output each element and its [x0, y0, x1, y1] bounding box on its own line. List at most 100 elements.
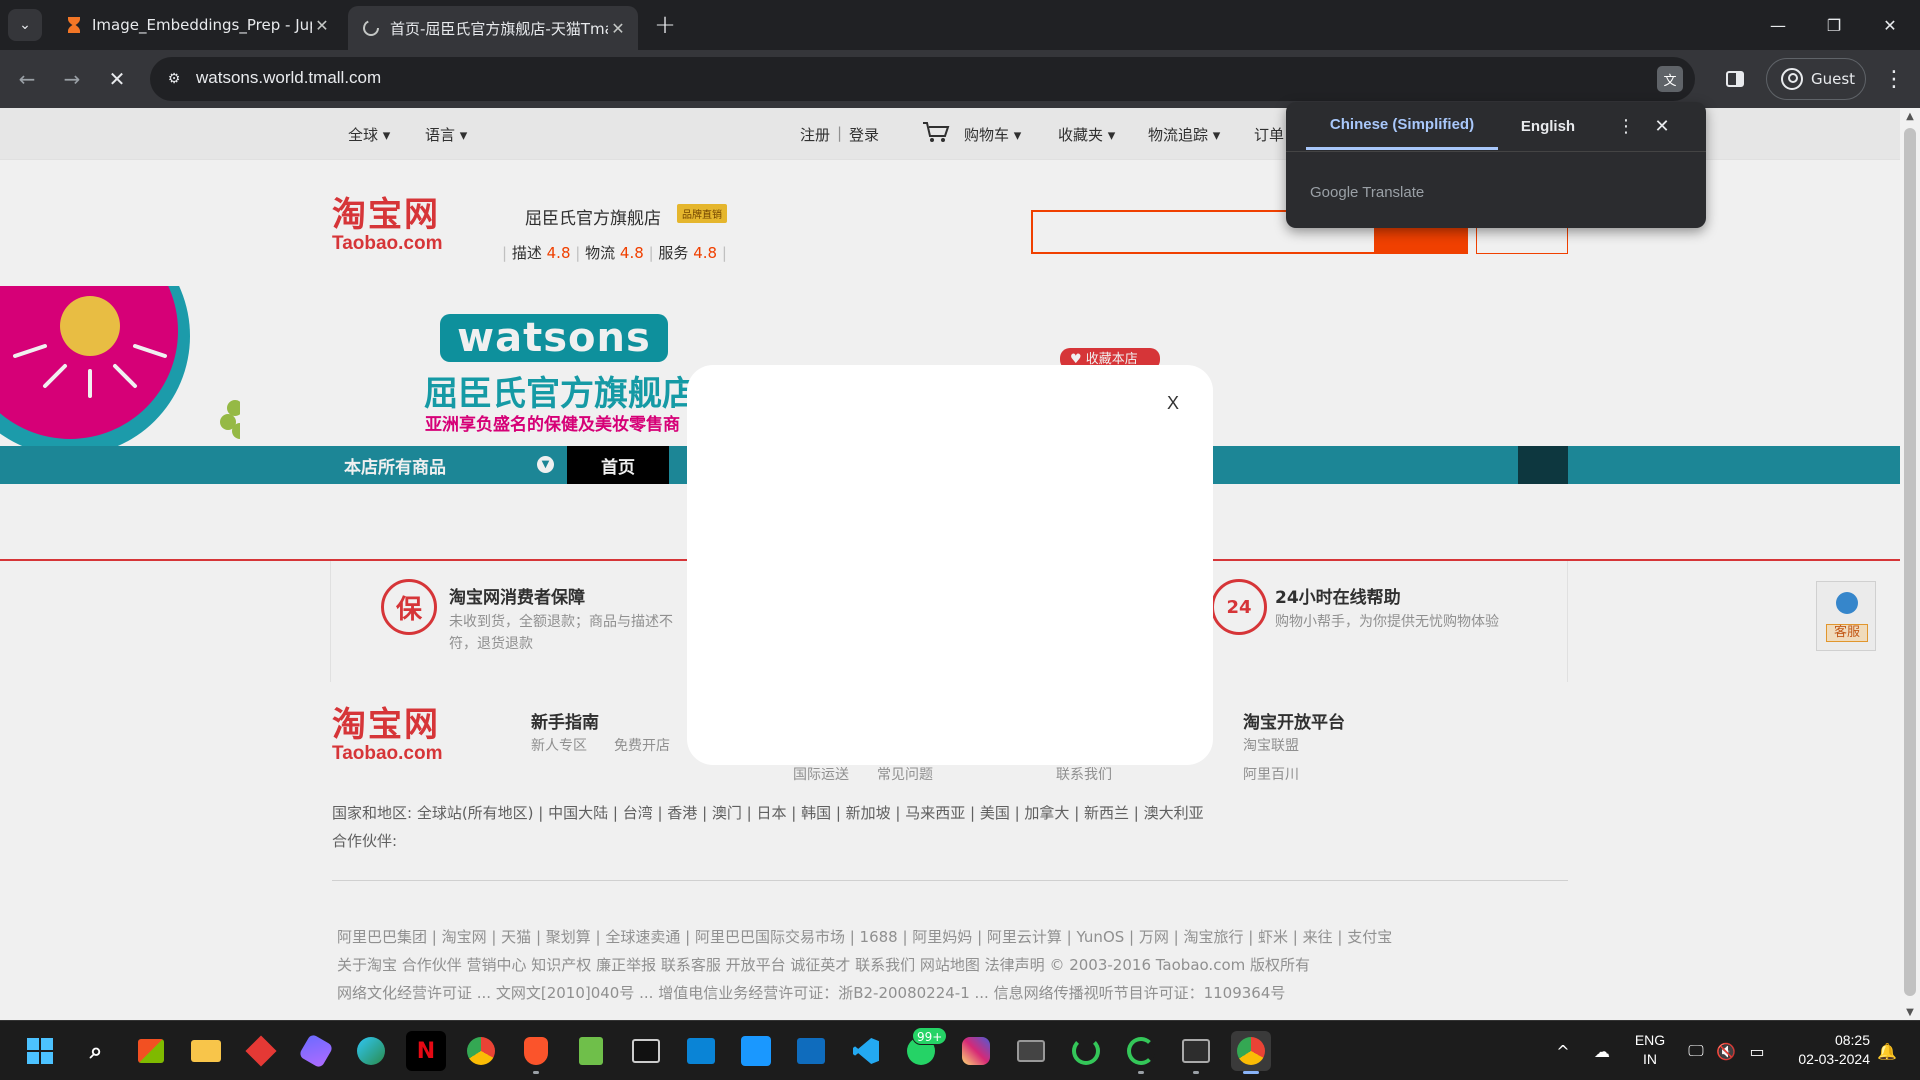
popup-dialog: X [687, 365, 1213, 765]
taskbar-file-explorer[interactable] [186, 1031, 226, 1071]
loading-spinner-icon [363, 20, 379, 36]
search-button[interactable]: ⌕ [76, 1031, 116, 1071]
plus-icon: + [654, 10, 676, 40]
taskbar-blue-app[interactable] [681, 1031, 721, 1071]
chrome-icon [1237, 1037, 1265, 1065]
translate-close-button[interactable]: ✕ [1650, 114, 1674, 138]
scroll-down-icon[interactable]: ▼ [1900, 1004, 1920, 1020]
close-icon: ✕ [1654, 115, 1670, 137]
microsoft-store-icon [138, 1039, 164, 1063]
minimize-icon: — [1770, 15, 1786, 35]
restore-button[interactable]: ❐ [1806, 0, 1862, 50]
battery-button[interactable]: ▭ [1742, 1021, 1772, 1080]
close-icon: ✕ [1883, 15, 1897, 35]
search-icon: ⌕ [89, 1038, 103, 1064]
taskbar-chrome[interactable] [461, 1031, 501, 1071]
running-indicator [1138, 1071, 1144, 1074]
taskbar-copilot[interactable] [296, 1031, 336, 1071]
side-panel-button[interactable] [1722, 66, 1748, 92]
taskbar-store[interactable] [131, 1031, 171, 1071]
network-button[interactable]: 🖵 [1682, 1021, 1710, 1080]
translate-page-button[interactable]: 文 [1657, 66, 1683, 92]
onedrive-button[interactable]: ☁ [1585, 1021, 1619, 1080]
taskbar-app-window[interactable] [1011, 1031, 1051, 1071]
brave-icon [524, 1037, 548, 1065]
windows-taskbar: ⌕ N 99+ ^ ☁ ENG IN 🖵 🔇 ▭ 08:25 02-03-202… [0, 1020, 1920, 1080]
side-panel-icon [1726, 71, 1744, 87]
notifications-button[interactable]: 🔔 [1872, 1021, 1902, 1080]
profile-button[interactable]: Guest [1766, 58, 1866, 100]
target-language-tab[interactable]: English [1498, 102, 1598, 150]
hourglass-icon [68, 17, 80, 33]
web-page: 全球 ▾ 语言 ▾ 注册 | 登录 购物车 ▾ 收藏夹 ▾ 物流追踪 ▾ 订单 … [0, 108, 1900, 1020]
stop-loading-button[interactable]: ✕ [100, 62, 134, 96]
show-hidden-icons-button[interactable]: ^ [1548, 1021, 1578, 1080]
browser-toolbar: ← → ✕ ⚙ watsons.world.tmall.com 文 Guest … [0, 50, 1920, 108]
address-bar[interactable]: ⚙ watsons.world.tmall.com 文 [150, 57, 1695, 101]
instagram-icon [962, 1037, 990, 1065]
site-info-button[interactable]: ⚙ [160, 65, 188, 93]
volume-button[interactable]: 🔇 [1712, 1021, 1740, 1080]
tab-search-button[interactable]: ⌄ [8, 9, 42, 41]
battery-charging-icon: ▭ [1749, 1041, 1765, 1061]
close-icon[interactable]: ✕ [312, 15, 332, 35]
taskbar-edge[interactable] [351, 1031, 391, 1071]
taskbar-chrome-active[interactable] [1231, 1031, 1271, 1074]
taskbar-terminal[interactable] [1176, 1031, 1216, 1071]
cloud-icon: ☁ [1594, 1041, 1610, 1061]
scrollbar-thumb[interactable] [1904, 128, 1916, 996]
source-language-tab[interactable]: Chinese (Simplified) [1306, 102, 1498, 150]
terminal-icon [1182, 1039, 1210, 1063]
tab-jupyter[interactable]: Image_Embeddings_Prep - Jupyter ✕ [52, 6, 342, 44]
browser-menu-button[interactable]: ⋮ [1880, 64, 1908, 94]
vscode-icon [853, 1038, 879, 1064]
taskbar-brave[interactable] [516, 1031, 556, 1071]
taskbar-spinner-app-1[interactable] [1066, 1031, 1106, 1071]
modal-close-button[interactable]: X [1161, 391, 1185, 415]
new-tab-button[interactable]: + [650, 10, 680, 40]
translate-popup: Chinese (Simplified) English ⋮ ✕ Google … [1286, 102, 1706, 228]
taskbar-instagram[interactable] [956, 1031, 996, 1071]
chrome-icon [467, 1037, 495, 1065]
account-circle-icon [1781, 68, 1803, 90]
chevron-down-icon: ⌄ [19, 17, 31, 33]
scroll-up-icon[interactable]: ▲ [1900, 108, 1920, 124]
running-indicator [533, 1071, 539, 1074]
taskbar-prime-video[interactable] [736, 1031, 776, 1071]
window-close-button[interactable]: ✕ [1862, 0, 1918, 50]
more-vert-icon: ⋮ [1617, 115, 1635, 137]
back-button[interactable]: ← [10, 62, 44, 96]
diamond-app-icon [245, 1035, 277, 1067]
start-button[interactable] [20, 1031, 60, 1071]
taskbar-app-red[interactable] [241, 1031, 281, 1071]
tab-tmall-watsons[interactable]: 首页-屈臣氏官方旗舰店-天猫Tmall ✕ [348, 6, 638, 50]
app-window-icon [1017, 1040, 1045, 1062]
url-text[interactable]: watsons.world.tmall.com [196, 68, 381, 88]
console-icon [632, 1039, 660, 1063]
arrow-left-icon: ← [18, 67, 36, 91]
netflix-icon: N [416, 1038, 436, 1064]
ring-app-icon [1127, 1037, 1155, 1065]
tab-title: Image_Embeddings_Prep - Jupyter [92, 16, 312, 34]
taskbar-spinner-app-2[interactable] [1121, 1031, 1161, 1071]
input-language-indicator[interactable]: ENG IN [1630, 1031, 1670, 1069]
tune-icon: ⚙ [167, 71, 181, 87]
taskbar-terminal-app[interactable] [626, 1031, 666, 1071]
browser-tab-strip: ⌄ Image_Embeddings_Prep - Jupyter ✕ 首页-屈… [0, 0, 1920, 50]
taskbar-netflix[interactable]: N [406, 1031, 446, 1071]
taskbar-notepad[interactable] [571, 1031, 611, 1071]
tab-title: 首页-屈臣氏官方旗舰店-天猫Tmall [390, 19, 608, 38]
translate-divider [1286, 151, 1706, 152]
folder-icon [191, 1040, 221, 1062]
translate-options-button[interactable]: ⋮ [1614, 114, 1638, 138]
taskbar-vscode[interactable] [846, 1031, 886, 1071]
close-icon[interactable]: ✕ [608, 18, 628, 38]
minimize-button[interactable]: — [1750, 0, 1806, 50]
page-scrollbar[interactable]: ▲ ▼ [1900, 108, 1920, 1020]
taskbar-outlook[interactable] [791, 1031, 831, 1071]
forward-button[interactable]: → [55, 62, 89, 96]
system-clock[interactable]: 08:25 02-03-2024 [1780, 1031, 1870, 1069]
windows-logo-icon [27, 1038, 53, 1064]
google-translate-brand: Google Translate [1310, 184, 1425, 201]
more-vert-icon: ⋮ [1883, 66, 1905, 92]
